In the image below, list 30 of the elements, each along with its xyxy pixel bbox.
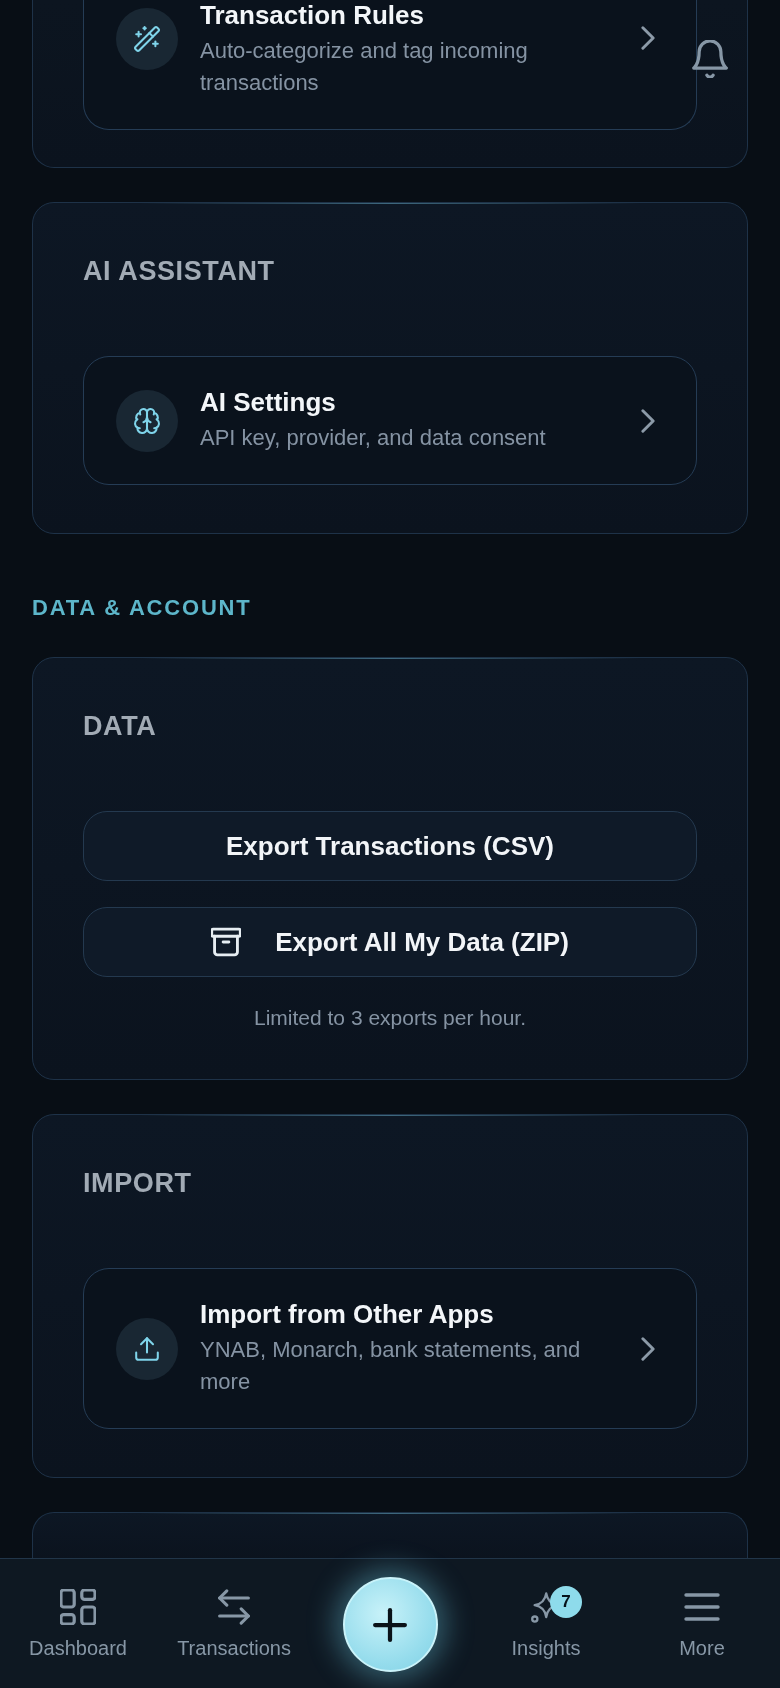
add-button[interactable] (342, 1577, 438, 1672)
dashboard-grid-icon (60, 1589, 96, 1625)
row-title: AI Settings (200, 387, 336, 417)
settings-row[interactable]: Transaction Rules Auto-categorize and tag incoming transactions (83, 0, 697, 130)
export-button[interactable]: Export All My Data (ZIP) (83, 907, 697, 977)
nav-tab[interactable]: Dashboard (29, 1589, 127, 1660)
row-subtitle: Auto-categorize and tag incoming transactions (200, 37, 529, 97)
archive-box-icon (211, 927, 242, 957)
export-limit-note: Limited to 3 exports per hour. (254, 1005, 526, 1031)
bell-icon[interactable] (692, 40, 728, 78)
row-subtitle: YNAB, Monarch, bank statements, and more (200, 1336, 582, 1396)
magic-wand-icon (116, 8, 178, 70)
row-title: Transaction Rules (200, 0, 424, 30)
left-right-arrows-icon (216, 1589, 252, 1625)
card-heading: IMPORT (83, 1167, 192, 1199)
brain-icon (116, 389, 178, 452)
card-heading: DATA (83, 710, 157, 742)
section-label: DATA & ACCOUNT (32, 595, 252, 621)
card-heading: AI ASSISTANT (83, 255, 275, 287)
settings-row[interactable]: AI Settings API key, provider, and data consent (83, 356, 697, 485)
plus-icon (373, 1607, 407, 1642)
nav-tab[interactable]: Transactions (177, 1589, 291, 1660)
nav-tab[interactable]: 7 Insights (511, 1589, 581, 1660)
row-subtitle: API key, provider, and data consent (200, 424, 546, 452)
settings-row[interactable]: Import from Other Apps YNAB, Monarch, bank statements, and more (83, 1268, 697, 1429)
row-title: Import from Other Apps (200, 1299, 494, 1329)
count-badge: 7 (550, 1586, 582, 1618)
export-button[interactable]: Export Transactions (CSV) (83, 811, 697, 881)
nav-tab[interactable]: More (679, 1589, 725, 1660)
upload-icon (116, 1317, 178, 1380)
